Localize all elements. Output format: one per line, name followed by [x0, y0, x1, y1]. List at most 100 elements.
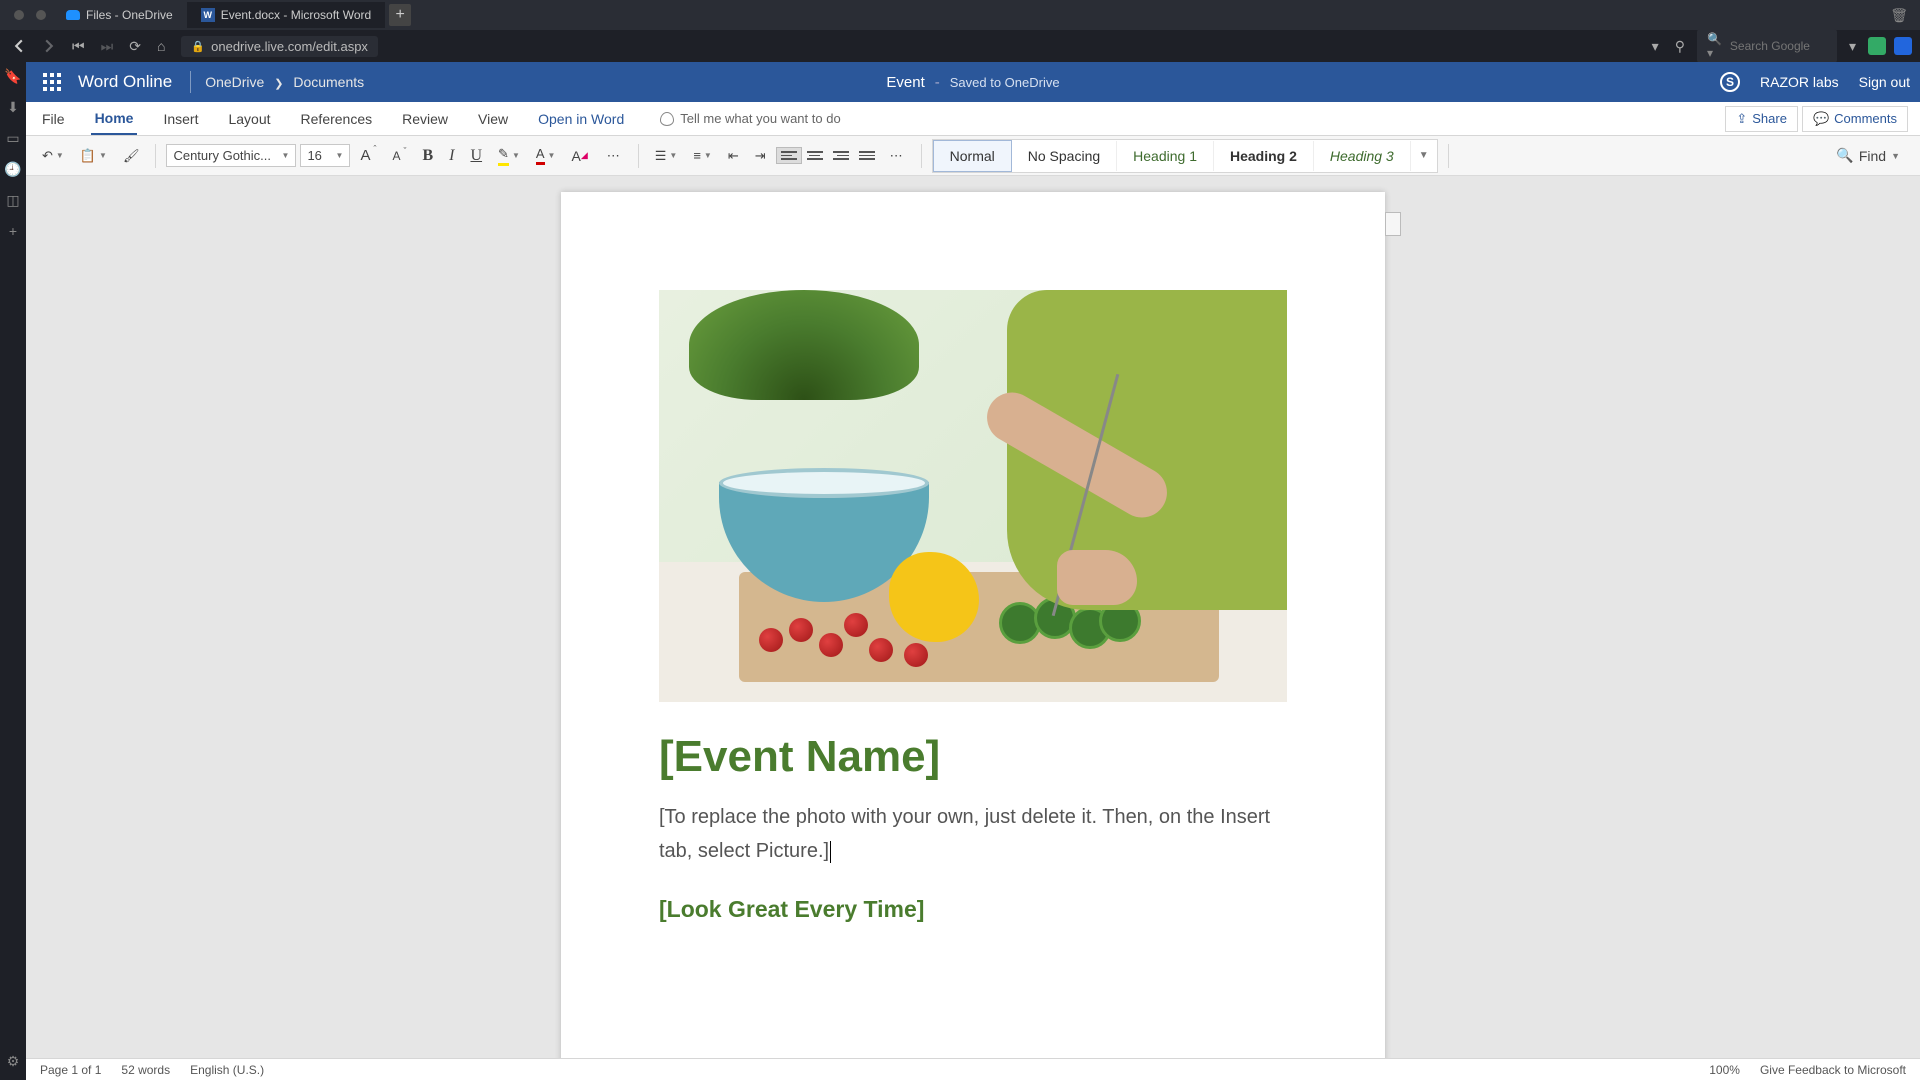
fastforward-button[interactable]: ⏭: [97, 34, 118, 59]
browser-search[interactable]: 🔍▾: [1697, 29, 1837, 63]
browser-tab-strip: Files - OneDrive W Event.docx - Microsof…: [0, 0, 1920, 30]
language-indicator[interactable]: English (U.S.): [190, 1063, 264, 1077]
browser-tab-onedrive[interactable]: Files - OneDrive: [52, 2, 187, 28]
feedback-link[interactable]: Give Feedback to Microsoft: [1760, 1063, 1906, 1077]
style-no-spacing[interactable]: No Spacing: [1012, 141, 1117, 171]
align-right-button[interactable]: [828, 147, 854, 164]
reload-button[interactable]: ⟳: [125, 34, 145, 59]
decrease-indent-button[interactable]: ⇤: [722, 144, 745, 168]
document-title[interactable]: Event: [886, 74, 924, 91]
rewind-button[interactable]: ⏮: [68, 34, 89, 59]
grow-font-button[interactable]: [354, 143, 382, 168]
document-heading[interactable]: [Event Name]: [659, 732, 1287, 782]
gear-icon[interactable]: ⚙: [7, 1053, 20, 1070]
style-heading-1[interactable]: Heading 1: [1117, 141, 1214, 171]
download-icon[interactable]: ⬇: [7, 99, 19, 116]
align-justify-button[interactable]: [854, 147, 880, 164]
window-dot[interactable]: [14, 10, 24, 20]
font-color-button[interactable]: A▼: [530, 142, 562, 169]
font-name-value: Century Gothic...: [173, 148, 271, 163]
increase-indent-button[interactable]: ⇥: [749, 144, 772, 168]
highlight-button[interactable]: ✎▼: [492, 142, 526, 170]
word-icon: W: [201, 8, 215, 22]
clear-formatting-button[interactable]: A◢: [565, 144, 596, 168]
tab-insert[interactable]: Insert: [159, 104, 202, 134]
home-button[interactable]: ⌂: [153, 34, 169, 58]
more-font-button[interactable]: ⋯: [601, 144, 628, 168]
underline-button[interactable]: U: [464, 143, 488, 169]
share-label: Share: [1752, 111, 1787, 126]
zoom-level[interactable]: 100%: [1709, 1063, 1740, 1077]
font-size-value: 16: [307, 148, 321, 163]
ribbon-toolbar: ↶▼ 📋▼ 🖌 Century Gothic...▼ 16▼ B I U ✎▼ …: [26, 136, 1920, 176]
signout-link[interactable]: Sign out: [1859, 74, 1910, 90]
lock-icon: 🔒: [191, 40, 205, 53]
search-input[interactable]: [1730, 39, 1827, 53]
format-painter-button[interactable]: 🖌: [117, 144, 146, 168]
tab-layout[interactable]: Layout: [224, 104, 274, 134]
browser-tab-word[interactable]: W Event.docx - Microsoft Word: [187, 2, 386, 28]
tab-home[interactable]: Home: [91, 103, 138, 135]
align-center-button[interactable]: [802, 147, 828, 164]
word-count[interactable]: 52 words: [121, 1063, 170, 1077]
extension-icon[interactable]: [1868, 37, 1886, 55]
trash-icon[interactable]: 🗑: [1890, 7, 1908, 24]
history-icon[interactable]: 🕘: [4, 161, 21, 178]
styles-dropdown[interactable]: ▼: [1411, 146, 1437, 165]
skype-icon[interactable]: S: [1720, 72, 1740, 92]
back-button[interactable]: [8, 35, 30, 57]
tab-references[interactable]: References: [297, 104, 377, 134]
bullets-button[interactable]: ☰▼: [649, 144, 684, 168]
app-launcher-icon[interactable]: [36, 66, 68, 98]
document-paragraph[interactable]: [To replace the photo with your own, jus…: [659, 800, 1287, 868]
tell-me-search[interactable]: Tell me what you want to do: [660, 111, 840, 126]
new-tab-button[interactable]: +: [389, 4, 411, 26]
style-heading-3[interactable]: Heading 3: [1314, 141, 1411, 171]
style-heading-2[interactable]: Heading 2: [1214, 141, 1314, 171]
window-dot[interactable]: [36, 10, 46, 20]
tab-view[interactable]: View: [474, 104, 512, 134]
find-button[interactable]: 🔍 Find ▼: [1826, 143, 1910, 168]
bold-button[interactable]: B: [416, 143, 439, 169]
document-subheading[interactable]: [Look Great Every Time]: [659, 896, 1287, 923]
user-name[interactable]: RAZOR labs: [1760, 74, 1839, 90]
ribbon-tabs: File Home Insert Layout References Revie…: [26, 102, 1920, 136]
document-page[interactable]: [Event Name] [To replace the photo with …: [561, 192, 1385, 1058]
more-paragraph-button[interactable]: ⋯: [884, 144, 911, 168]
dropdown-icon[interactable]: ▾: [1648, 34, 1663, 59]
shrink-font-button[interactable]: [386, 145, 412, 167]
document-image[interactable]: [659, 290, 1287, 702]
panel-icon[interactable]: ▭: [6, 130, 19, 147]
numbering-button[interactable]: ≡▼: [687, 144, 718, 167]
font-name-select[interactable]: Century Gothic...▼: [166, 144, 296, 167]
comments-button[interactable]: 💬 Comments: [1802, 106, 1908, 132]
separator: [638, 144, 639, 168]
bookmark-icon[interactable]: 🔖: [4, 68, 21, 85]
forward-button[interactable]: [38, 35, 60, 57]
style-normal[interactable]: Normal: [933, 140, 1012, 172]
search-icon: 🔍▾: [1707, 32, 1724, 60]
bookmark-icon[interactable]: ⚲: [1671, 34, 1689, 59]
app-brand: Word Online: [78, 72, 172, 92]
breadcrumb-item[interactable]: OneDrive: [205, 74, 264, 90]
tab-file[interactable]: File: [38, 104, 69, 134]
url-bar[interactable]: 🔒 onedrive.live.com/edit.aspx: [181, 36, 378, 57]
italic-button[interactable]: I: [443, 143, 460, 169]
dropdown-icon[interactable]: ▾: [1845, 34, 1860, 59]
add-icon[interactable]: +: [9, 223, 17, 239]
align-left-button[interactable]: [776, 147, 802, 164]
page-handle[interactable]: [1385, 212, 1401, 236]
paste-button[interactable]: 📋▼: [74, 144, 113, 168]
document-canvas[interactable]: [Event Name] [To replace the photo with …: [26, 176, 1920, 1058]
app-header: Word Online OneDrive ❯ Documents Event -…: [26, 62, 1920, 102]
tab-open-in-word[interactable]: Open in Word: [534, 104, 628, 134]
undo-button[interactable]: ↶▼: [36, 144, 70, 168]
breadcrumb-item[interactable]: Documents: [293, 74, 364, 90]
tab-review[interactable]: Review: [398, 104, 452, 134]
share-icon: ⇪: [1736, 111, 1747, 127]
window-icon[interactable]: ◫: [6, 192, 19, 209]
page-indicator[interactable]: Page 1 of 1: [40, 1063, 101, 1077]
share-button[interactable]: ⇪ Share: [1725, 106, 1798, 132]
font-size-select[interactable]: 16▼: [300, 144, 350, 167]
extension-icon[interactable]: [1894, 37, 1912, 55]
